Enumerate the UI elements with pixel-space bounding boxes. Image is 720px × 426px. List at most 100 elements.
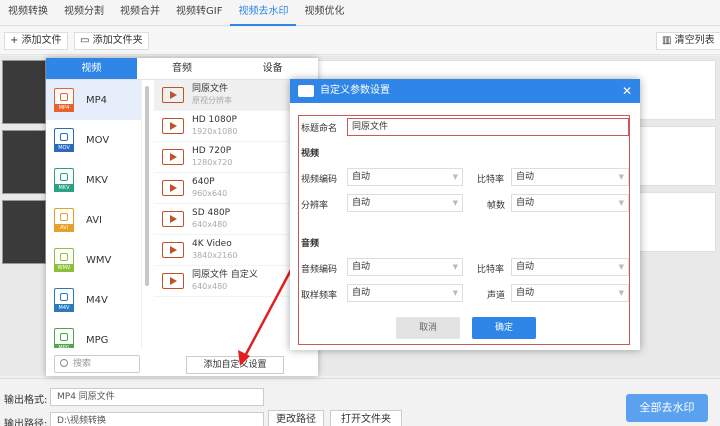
file-type-badge: AVI	[54, 224, 74, 232]
film-play-icon	[162, 211, 184, 227]
film-play-icon	[162, 118, 184, 134]
fps-select[interactable]: 自动 ▼	[511, 194, 629, 212]
format-tab-2[interactable]: 设备	[227, 58, 318, 79]
dialog-title: 自定义参数设置	[320, 85, 390, 96]
audio-bitrate-value: 自动	[516, 262, 535, 272]
ok-button[interactable]: 确定	[472, 317, 536, 339]
name-input[interactable]: 同原文件	[347, 118, 629, 136]
clear-list-button[interactable]: ▥ 清空列表	[656, 32, 720, 50]
file-type-badge: MP4	[54, 104, 74, 112]
channel-select[interactable]: 自动 ▼	[511, 284, 629, 302]
video-file-icon: MKV	[54, 168, 74, 192]
toolbar: + 添加文件 ▭ 添加文件夹 ▥ 清空列表	[0, 27, 720, 55]
preset-title: 640P	[192, 177, 215, 187]
video-thumbnail[interactable]	[2, 200, 46, 264]
fps-label: 帧数	[487, 201, 506, 211]
format-list: MP4 MP4 MOV MOV MKV MKV AVI AVI WMV WMV M4V M4V MPG M…	[46, 80, 142, 348]
sample-rate-label: 取样频率	[301, 291, 338, 301]
preset-resolution: 960x640	[192, 189, 228, 198]
format-item[interactable]: MPG MPG	[46, 320, 141, 348]
close-icon[interactable]: ✕	[622, 79, 632, 103]
tab-1[interactable]: 视频分割	[56, 0, 112, 26]
tab-5[interactable]: 视频优化	[296, 0, 352, 26]
tab-0[interactable]: 视频转换	[0, 0, 56, 26]
remove-all-watermark-button[interactable]: 全部去水印	[626, 394, 708, 422]
film-play-icon	[162, 242, 184, 258]
camera-icon	[298, 85, 314, 97]
chevron-down-icon: ▼	[452, 173, 458, 181]
preset-text: HD 720P 1280x720	[192, 146, 232, 168]
audio-bitrate-select[interactable]: 自动 ▼	[511, 258, 629, 276]
output-format-select[interactable]: MP4 同原文件	[50, 388, 264, 406]
tab-2[interactable]: 视频合并	[112, 0, 168, 26]
bottom-bar: 输出格式: MP4 同原文件 输出路径: D:\视频转换 更改路径 打开文件夹	[0, 378, 720, 426]
format-tab-0[interactable]: 视频	[46, 58, 137, 79]
dialog-header: 自定义参数设置 ✕	[290, 79, 640, 103]
sample-rate-select[interactable]: 自动 ▼	[347, 284, 463, 302]
output-path-field[interactable]: D:\视频转换	[50, 412, 264, 426]
format-item[interactable]: MOV MOV	[46, 120, 141, 160]
play-triangle	[170, 122, 177, 130]
format-tab-1[interactable]: 音频	[137, 58, 228, 79]
format-item[interactable]: AVI AVI	[46, 200, 141, 240]
preset-text: 同原文件 原视分辨率	[192, 84, 232, 106]
play-triangle	[170, 153, 177, 161]
format-name: M4V	[86, 294, 108, 306]
format-name: MPG	[86, 334, 109, 346]
file-type-badge: MKV	[54, 184, 74, 192]
format-tabs: 视频 音频 设备	[46, 58, 318, 80]
preset-title: 4K Video	[192, 239, 232, 249]
search-placeholder: 搜索	[73, 359, 92, 369]
preset-title: HD 1080P	[192, 115, 237, 125]
format-name: MOV	[86, 134, 110, 146]
film-play-icon	[162, 149, 184, 165]
format-item[interactable]: MKV MKV	[46, 160, 141, 200]
preset-resolution: 640x480	[192, 220, 228, 229]
preset-resolution: 1920x1080	[192, 127, 238, 136]
video-thumbnail[interactable]	[2, 60, 46, 124]
format-item[interactable]: M4V M4V	[46, 280, 141, 320]
chevron-down-icon: ▼	[618, 263, 624, 271]
play-triangle	[170, 246, 177, 254]
bitrate-select[interactable]: 自动 ▼	[511, 168, 629, 186]
channel-label: 声道	[487, 291, 506, 301]
resolution-label: 分辨率	[301, 201, 329, 211]
add-file-button[interactable]: + 添加文件	[4, 32, 68, 50]
tab-3[interactable]: 视频转GIF	[168, 0, 230, 26]
preset-title: SD 480P	[192, 208, 231, 218]
preset-resolution: 原视分辨率	[192, 96, 232, 105]
open-folder-button[interactable]: 打开文件夹	[330, 410, 402, 426]
audio-codec-select[interactable]: 自动 ▼	[347, 258, 463, 276]
cancel-button[interactable]: 取消	[396, 317, 460, 339]
tab-4[interactable]: 视频去水印	[230, 0, 297, 26]
chevron-down-icon: ▼	[618, 289, 624, 297]
film-play-icon	[162, 87, 184, 103]
format-search-input[interactable]: 搜索	[54, 355, 140, 373]
resolution-value: 自动	[352, 198, 371, 208]
resolution-select[interactable]: 自动 ▼	[347, 194, 463, 212]
file-glyph	[60, 133, 68, 141]
add-folder-button[interactable]: ▭ 添加文件夹	[74, 32, 149, 50]
video-file-icon: MOV	[54, 128, 74, 152]
video-file-icon: MP4	[54, 88, 74, 112]
format-item[interactable]: MP4 MP4	[46, 80, 141, 120]
video-codec-select[interactable]: 自动 ▼	[347, 168, 463, 186]
file-glyph	[60, 333, 68, 341]
preset-resolution: 1280x720	[192, 158, 233, 167]
folder-icon: ▭	[80, 35, 93, 46]
output-format-label: 输出格式:	[4, 395, 48, 406]
play-triangle	[170, 91, 177, 99]
custom-settings-dialog: 自定义参数设置 ✕ 标题命名 同原文件 视频 视频编码 自动 ▼ 比特率 自动 ▼ …	[290, 79, 640, 350]
bitrate-label: 比特率	[477, 175, 505, 185]
video-thumbnail[interactable]	[2, 130, 46, 194]
bitrate-value: 自动	[516, 172, 535, 182]
format-name: AVI	[86, 214, 102, 226]
format-item[interactable]: WMV WMV	[46, 240, 141, 280]
video-codec-value: 自动	[352, 172, 371, 182]
format-list-scrollbar[interactable]	[145, 86, 149, 286]
change-path-button[interactable]: 更改路径	[268, 410, 324, 426]
preset-resolution: 3840x2160	[192, 251, 238, 260]
audio-codec-value: 自动	[352, 262, 371, 272]
fps-value: 自动	[516, 198, 535, 208]
preset-text: HD 1080P 1920x1080	[192, 115, 237, 137]
